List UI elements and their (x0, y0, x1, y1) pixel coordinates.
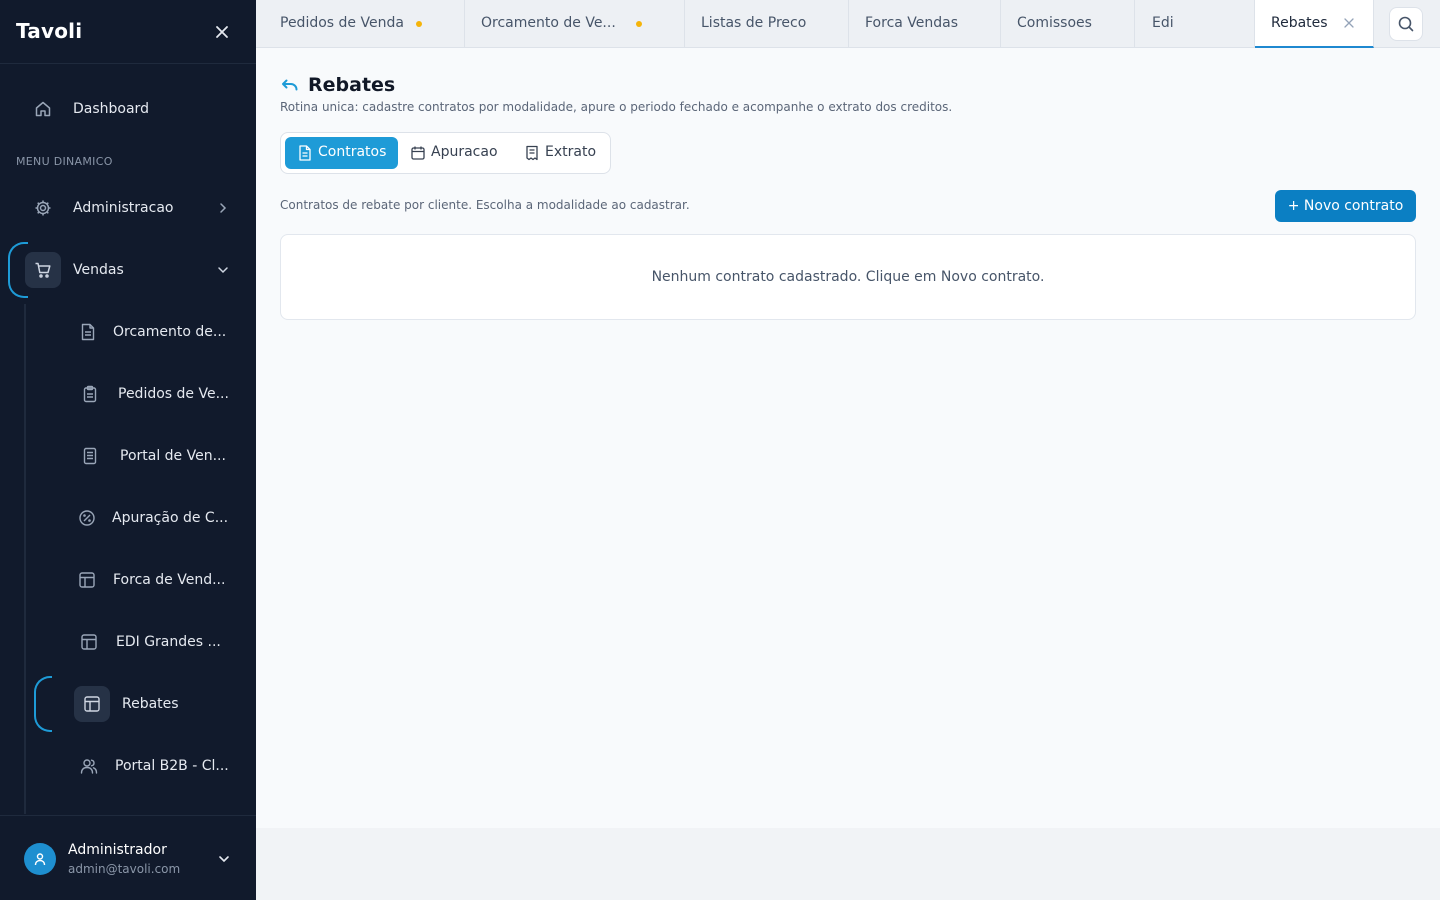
unsaved-dot-icon (416, 21, 422, 27)
tab-rebates[interactable]: Rebates (1255, 0, 1374, 48)
empty-state: Nenhum contrato cadastrado. Clique em No… (280, 234, 1416, 320)
sidebar-subitem-forca-vendas[interactable]: Forca de Vend... (0, 558, 256, 602)
layout-icon (79, 632, 99, 652)
sidebar-item-label: EDI Grandes ... (116, 634, 221, 650)
sidebar-subitem-portal-b2b[interactable]: Portal B2B - Cl... (0, 744, 256, 788)
tab-label: Listas de Preco (701, 15, 807, 31)
sidebar: Tavoli Dashboard MENU DINAMICO Administr… (0, 0, 256, 900)
tab-label: Forca Vendas (865, 15, 959, 31)
page-subtitle: Rotina unica: cadastre contratos por mod… (280, 100, 953, 114)
new-contract-button[interactable]: + Novo contrato (1275, 190, 1416, 222)
chevron-down-icon (215, 262, 231, 278)
sidebar-item-label: Portal de Ven... (120, 448, 226, 464)
calendar-icon (410, 145, 426, 161)
empty-state-message: Nenhum contrato cadastrado. Clique em No… (651, 269, 1045, 285)
user-name: Administrador (68, 842, 167, 858)
document-icon (78, 322, 98, 342)
main-content: Rebates Rotina unica: cadastre contratos… (256, 48, 1440, 828)
close-icon[interactable] (210, 20, 234, 44)
search-icon (1397, 15, 1415, 33)
tab-forca-vendas[interactable]: Forca Vendas (849, 0, 1001, 48)
user-email: admin@tavoli.com (68, 862, 181, 876)
avatar (24, 843, 56, 875)
sidebar-item-label: Forca de Vend... (113, 572, 226, 588)
sidebar-subitem-rebates[interactable]: Rebates (0, 682, 256, 726)
sidebar-item-label: Pedidos de Ve... (118, 386, 229, 402)
clipboard-icon (80, 384, 100, 404)
tab-edi[interactable]: Edi (1135, 0, 1255, 48)
sidebar-subitem-pedidos[interactable]: Pedidos de Ve... (0, 372, 256, 416)
sidebar-subitem-orcamento[interactable]: Orcamento de... (0, 310, 256, 354)
view-switcher: Contratos Apuracao Extrato (280, 132, 611, 174)
sidebar-item-label: Orcamento de... (113, 324, 227, 340)
chevron-down-icon[interactable] (216, 851, 232, 867)
close-tab-icon[interactable] (1341, 15, 1357, 31)
sidebar-item-vendas[interactable]: Vendas (0, 248, 256, 292)
sidebar-item-label: Portal B2B - Cl... (115, 758, 229, 774)
footer-area (256, 828, 1440, 900)
search-button[interactable] (1389, 7, 1423, 41)
document-icon (297, 145, 313, 161)
tab-comissoes[interactable]: Comissoes (1001, 0, 1135, 48)
sidebar-subitem-portal-vendas[interactable]: Portal de Ven... (0, 434, 256, 478)
sidebar-item-label: Rebates (122, 696, 179, 712)
menu-caption: MENU DINAMICO (16, 155, 113, 168)
sidebar-subitem-edi[interactable]: EDI Grandes ... (0, 620, 256, 664)
chevron-right-icon (215, 200, 231, 216)
segment-label: Extrato (545, 144, 597, 160)
gear-icon (33, 198, 53, 218)
sidebar-item-label: Administracao (73, 200, 174, 216)
tab-contratos[interactable]: Contratos (285, 137, 398, 169)
tab-label: Edi (1152, 15, 1174, 31)
sidebar-item-label: Vendas (73, 262, 124, 278)
tab-listas-preco[interactable]: Listas de Preco (685, 0, 849, 48)
sidebar-item-label: Apuração de C... (112, 510, 229, 526)
brand-logo: Tavoli (16, 19, 83, 43)
layout-icon (74, 686, 110, 722)
tab-label: Rebates (1271, 15, 1328, 31)
tab-pedidos-venda[interactable]: Pedidos de Venda (256, 0, 465, 48)
cart-icon (25, 252, 61, 288)
undo-icon (280, 77, 300, 97)
tab-label: Orcamento de Ve... (481, 15, 616, 31)
sidebar-subitem-apuracao[interactable]: Apuração de C... (0, 496, 256, 540)
users-icon (79, 756, 99, 776)
sidebar-item-administracao[interactable]: Administracao (0, 186, 256, 230)
sidebar-item-label: Dashboard (73, 101, 149, 117)
home-icon (33, 99, 53, 119)
tab-bar: Pedidos de Venda Orcamento de Ve... List… (256, 0, 1440, 48)
file-lines-icon (80, 446, 100, 466)
section-description: Contratos de rebate por cliente. Escolha… (280, 198, 690, 212)
user-menu[interactable]: Administrador admin@tavoli.com (0, 815, 256, 900)
tab-label: Pedidos de Venda (280, 15, 404, 31)
unsaved-dot-icon (636, 21, 642, 27)
page-title: Rebates (308, 74, 396, 96)
segment-label: Apuracao (431, 144, 498, 160)
tab-orcamento-venda[interactable]: Orcamento de Ve... (465, 0, 685, 48)
tab-apuracao[interactable]: Apuracao (398, 137, 512, 169)
segment-label: Contratos (318, 144, 387, 160)
sidebar-item-dashboard[interactable]: Dashboard (0, 87, 256, 131)
percent-circle-icon (77, 508, 97, 528)
tab-label: Comissoes (1017, 15, 1092, 31)
tab-extrato[interactable]: Extrato (512, 137, 608, 169)
receipt-icon (524, 145, 540, 161)
sidebar-divider (0, 63, 256, 64)
layout-icon (77, 570, 97, 590)
